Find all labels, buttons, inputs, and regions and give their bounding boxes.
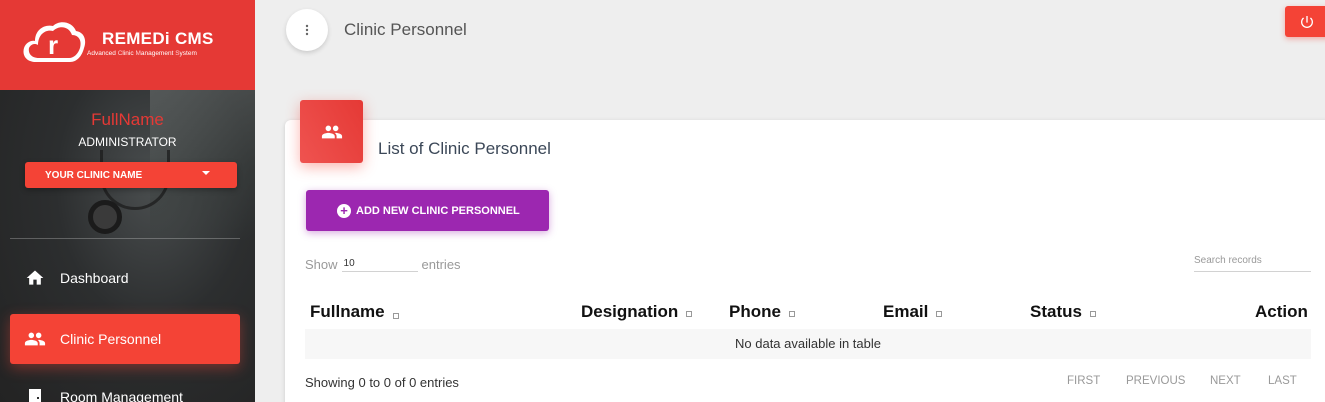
page-title: Clinic Personnel	[344, 20, 467, 39]
svg-text:r: r	[48, 30, 58, 60]
table-empty-row: No data available in table	[305, 329, 1311, 359]
logout-button[interactable]	[1285, 6, 1325, 37]
entries-label: entries	[421, 257, 461, 272]
more-menu-button[interactable]	[286, 9, 328, 51]
sidebar-item-label: Dashboard	[60, 270, 129, 286]
column-header-action: Action	[1255, 302, 1308, 321]
user-role: ADMINISTRATOR	[78, 135, 177, 149]
add-button-label: ADD NEW CLINIC PERSONNEL	[356, 204, 520, 217]
pagination-last[interactable]: LAST	[1268, 375, 1297, 387]
door-icon	[10, 387, 60, 402]
brand-title: REMEDi CMS	[102, 29, 214, 48]
column-header-status[interactable]: Status	[1030, 302, 1096, 322]
pagination-previous[interactable]: PREVIOUS	[1126, 375, 1185, 387]
sidebar-item-label: Room Management	[60, 389, 183, 402]
sidebar-item-clinic-personnel[interactable]: Clinic Personnel	[10, 314, 240, 364]
sidebar-item-label: Clinic Personnel	[60, 331, 162, 347]
sort-icon	[788, 311, 795, 317]
table-info: Showing 0 to 0 of 0 entries	[305, 375, 459, 390]
home-icon	[10, 268, 60, 288]
card-title: List of Clinic Personnel	[378, 139, 551, 158]
caret-down-icon	[202, 171, 210, 175]
column-header-fullname[interactable]: Fullname	[310, 302, 399, 322]
pagination-first[interactable]: FIRST	[1067, 375, 1100, 387]
sort-icon	[936, 311, 943, 317]
clinic-select-dropdown[interactable]: YOUR CLINIC NAME	[25, 162, 237, 188]
people-icon	[10, 328, 60, 350]
brand-header[interactable]: r REMEDi CMS Advanced Clinic Management …	[0, 0, 255, 90]
clinic-select-label: YOUR CLINIC NAME	[45, 169, 143, 181]
pagination-next[interactable]: NEXT	[1210, 375, 1241, 387]
logo-icon: r	[23, 22, 86, 62]
more-vert-icon	[305, 24, 309, 36]
column-header-email[interactable]: Email	[883, 302, 943, 322]
sidebar: r REMEDi CMS Advanced Clinic Management …	[0, 0, 255, 402]
sort-icon	[392, 313, 399, 319]
sidebar-item-dashboard[interactable]: Dashboard	[10, 253, 240, 303]
add-clinic-personnel-button[interactable]: + ADD NEW CLINIC PERSONNEL	[306, 190, 549, 231]
sort-icon	[686, 311, 693, 317]
people-icon	[321, 125, 342, 138]
sidebar-divider	[10, 238, 240, 239]
page-length-select[interactable]: 10	[341, 254, 418, 272]
sidebar-item-room-management[interactable]: Room Management	[10, 372, 240, 402]
column-header-phone[interactable]: Phone	[729, 302, 795, 322]
page-length-control: Show 10 entries	[305, 254, 461, 272]
search-input[interactable]: Search records	[1194, 252, 1311, 272]
show-label: Show	[305, 257, 338, 272]
card-header-icon	[300, 100, 363, 163]
add-circle-icon: +	[337, 203, 351, 218]
user-name: FullName	[91, 110, 164, 129]
sort-icon	[1089, 311, 1096, 317]
power-icon	[1301, 15, 1313, 28]
column-header-designation[interactable]: Designation	[581, 302, 693, 322]
brand-subtitle: Advanced Clinic Management System	[87, 50, 197, 57]
